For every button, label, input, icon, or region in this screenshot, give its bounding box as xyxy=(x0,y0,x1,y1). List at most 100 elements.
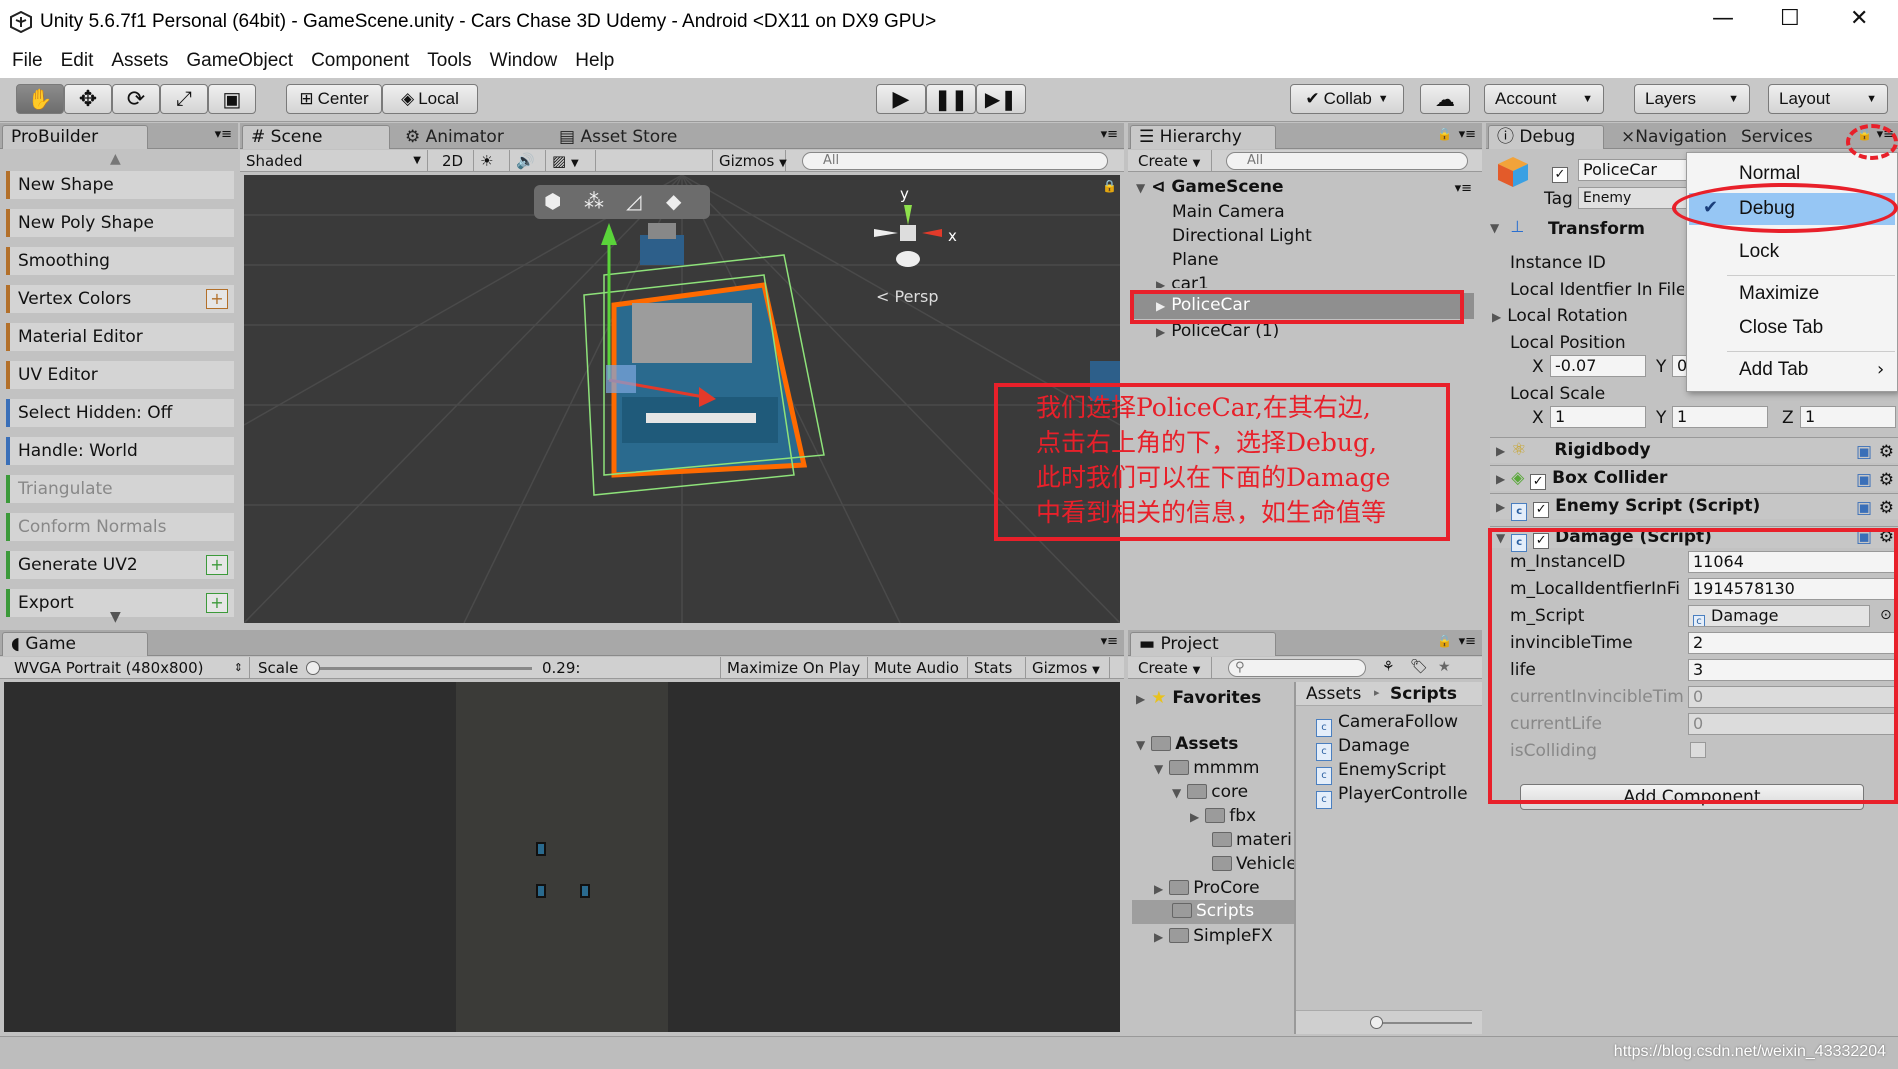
effects-dropdown[interactable]: ▨ ▼ xyxy=(546,150,596,172)
folder-procore[interactable]: ▶ ProCore xyxy=(1154,878,1260,898)
scroll-down-icon[interactable]: ▼ xyxy=(110,609,121,625)
folder-vehicle[interactable]: Vehicle xyxy=(1212,854,1294,874)
folder-materials[interactable]: materi xyxy=(1212,830,1294,850)
lock-icon[interactable]: 🔒 xyxy=(1102,179,1117,193)
folder-simplefx[interactable]: ▶ SimpleFX xyxy=(1154,926,1273,946)
vertex-colors-plus-button[interactable]: + xyxy=(206,289,228,309)
menu-help[interactable]: Help xyxy=(575,46,614,76)
probuilder-uv-editor[interactable]: UV Editor xyxy=(6,361,234,389)
hierarchy-item-policecar-1[interactable]: ▶ PoliceCar (1) xyxy=(1156,321,1279,341)
game-gizmos-dropdown[interactable]: Gizmos ▼ xyxy=(1026,657,1110,679)
layers-dropdown[interactable]: Layers ▼ xyxy=(1634,84,1750,114)
scene-gizmo[interactable]: y x xyxy=(870,183,970,293)
tab-scene[interactable]: # Scene xyxy=(242,125,390,149)
account-dropdown[interactable]: Account ▼ xyxy=(1484,84,1604,114)
folder-core[interactable]: ▼ core xyxy=(1172,782,1248,802)
collab-button[interactable]: ✔ Collab ▼ xyxy=(1290,84,1404,114)
folder-fbx[interactable]: ▶ fbx xyxy=(1190,806,1256,826)
hierarchy-item-main-camera[interactable]: Main Camera xyxy=(1172,202,1285,222)
play-button[interactable]: ▶ xyxy=(876,84,926,114)
tab-probuilder[interactable]: ProBuilder xyxy=(2,125,148,149)
box-collider-header[interactable]: ▶ ◈ ✓ Box Collider ▣ ⚙ xyxy=(1490,465,1898,491)
gear-icon[interactable]: ⚙ xyxy=(1879,440,1894,464)
lock-icon[interactable]: 🔒 xyxy=(1437,634,1452,648)
menu-item-add-tab[interactable]: Add Tab xyxy=(1739,359,1808,381)
breadcrumb-scripts[interactable]: Scripts xyxy=(1390,684,1457,704)
gear-icon[interactable]: ⚙ xyxy=(1879,468,1894,492)
scale-y-input[interactable]: 1 xyxy=(1672,406,1768,428)
hierarchy-create-button[interactable]: Create ▼ xyxy=(1132,150,1212,172)
favorites-folder[interactable]: ▶ ★ Favorites xyxy=(1136,688,1261,708)
perspective-label[interactable]: < Persp xyxy=(876,287,939,306)
export-plus-button[interactable]: + xyxy=(206,593,228,613)
menu-item-maximize[interactable]: Maximize xyxy=(1739,283,1819,305)
probuilder-vertex-colors[interactable]: Vertex Colors + xyxy=(6,285,234,313)
rigidbody-header[interactable]: ▶ ⚛ Rigidbody ▣ ⚙ xyxy=(1490,437,1898,463)
menu-item-close-tab[interactable]: Close Tab xyxy=(1739,317,1823,339)
stats-toggle[interactable]: Stats xyxy=(968,657,1026,679)
probuilder-triangulate[interactable]: Triangulate xyxy=(6,475,234,503)
scale-slider-track[interactable] xyxy=(312,667,532,670)
maximize-button[interactable]: ☐ xyxy=(1780,6,1800,31)
tab-project[interactable]: ▬ Project xyxy=(1130,632,1276,656)
scale-x-input[interactable]: 1 xyxy=(1550,406,1646,428)
file-camerafollow[interactable]: c CameraFollow xyxy=(1316,712,1482,737)
hierarchy-item-directional-light[interactable]: Directional Light xyxy=(1172,226,1312,246)
panel-menu-icon[interactable]: ▾≡ xyxy=(1459,127,1476,142)
vertex-mode-icon[interactable]: ⁂ xyxy=(584,189,604,213)
hierarchy-item-plane[interactable]: Plane xyxy=(1172,250,1219,270)
tab-services[interactable]: Services xyxy=(1732,125,1822,149)
gizmos-dropdown[interactable]: Gizmos ▼ xyxy=(712,150,787,172)
filter-label-icon[interactable]: 🏷 xyxy=(1410,659,1428,675)
rect-tool-button[interactable]: ▣ xyxy=(208,84,256,114)
layout-dropdown[interactable]: Layout ▼ xyxy=(1768,84,1888,114)
probuilder-new-poly-shape[interactable]: New Poly Shape xyxy=(6,209,234,237)
menu-tools[interactable]: Tools xyxy=(427,46,471,76)
help-icon[interactable]: ▣ xyxy=(1856,440,1872,464)
menu-edit[interactable]: Edit xyxy=(61,46,94,76)
probuilder-select-hidden[interactable]: Select Hidden: Off xyxy=(6,399,234,427)
edge-mode-icon[interactable]: ◿ xyxy=(626,189,641,213)
transform-header[interactable]: ▼ ⊥ Transform xyxy=(1490,217,1690,243)
pause-button[interactable]: ❚❚ xyxy=(926,84,976,114)
menu-window[interactable]: Window xyxy=(490,46,558,76)
project-splitter[interactable] xyxy=(1294,682,1296,1034)
probuilder-smoothing[interactable]: Smoothing xyxy=(6,247,234,275)
hierarchy-item-car1[interactable]: ▶ car1 xyxy=(1156,274,1209,288)
maximize-on-play-toggle[interactable]: Maximize On Play xyxy=(720,657,868,679)
tab-hierarchy[interactable]: ☰ Hierarchy xyxy=(1130,125,1276,149)
probuilder-handle-world[interactable]: Handle: World xyxy=(6,437,234,465)
object-mode-icon[interactable]: ⬢ xyxy=(544,189,561,213)
assets-folder[interactable]: ▼ Assets xyxy=(1136,734,1238,754)
hierarchy-search-input[interactable]: All xyxy=(1226,152,1468,170)
scene-menu-icon[interactable]: ▾≡ xyxy=(1455,181,1472,196)
project-create-button[interactable]: Create ▼ xyxy=(1132,657,1212,679)
scene-search-input[interactable]: All xyxy=(802,152,1108,170)
shading-dropdown[interactable]: Shaded ▼ xyxy=(240,150,428,172)
file-enemyscript[interactable]: c EnemyScript xyxy=(1316,760,1482,785)
scroll-up-icon[interactable]: ▲ xyxy=(110,151,121,167)
favorite-star-icon[interactable]: ★ xyxy=(1438,659,1451,675)
rotate-tool-button[interactable]: ⟳ xyxy=(112,84,160,114)
file-playercontroller[interactable]: c PlayerControlle xyxy=(1316,784,1482,809)
tab-game[interactable]: ◖ Game xyxy=(2,632,148,656)
tab-debug[interactable]: ⓘ Debug xyxy=(1488,125,1604,149)
generate-uv2-plus-button[interactable]: + xyxy=(206,555,228,575)
close-button[interactable]: ✕ xyxy=(1850,6,1868,31)
scale-slider-thumb[interactable] xyxy=(306,661,320,675)
menu-component[interactable]: Component xyxy=(311,46,409,76)
tab-navigation[interactable]: ×Navigation xyxy=(1612,125,1730,149)
resolution-dropdown[interactable]: WVGA Portrait (480x800) ⇕ xyxy=(8,657,250,679)
active-checkbox[interactable]: ✓ xyxy=(1552,161,1568,183)
menu-gameobject[interactable]: GameObject xyxy=(186,46,293,76)
icon-size-slider-thumb[interactable] xyxy=(1370,1016,1383,1029)
local-toggle-button[interactable]: ◈ Local xyxy=(382,84,478,114)
game-viewport[interactable] xyxy=(4,682,1120,1032)
folder-mmmm[interactable]: ▼ mmmm xyxy=(1154,758,1259,778)
help-icon[interactable]: ▣ xyxy=(1856,496,1872,520)
tab-asset-store[interactable]: ▤ Asset Store xyxy=(550,125,700,149)
scale-z-input[interactable]: 1 xyxy=(1800,406,1896,428)
panel-menu-icon[interactable]: ▾≡ xyxy=(1459,634,1476,649)
enable-checkbox[interactable]: ✓ xyxy=(1530,474,1547,490)
scene-root[interactable]: ▼ ⊲ GameScene xyxy=(1136,177,1284,197)
